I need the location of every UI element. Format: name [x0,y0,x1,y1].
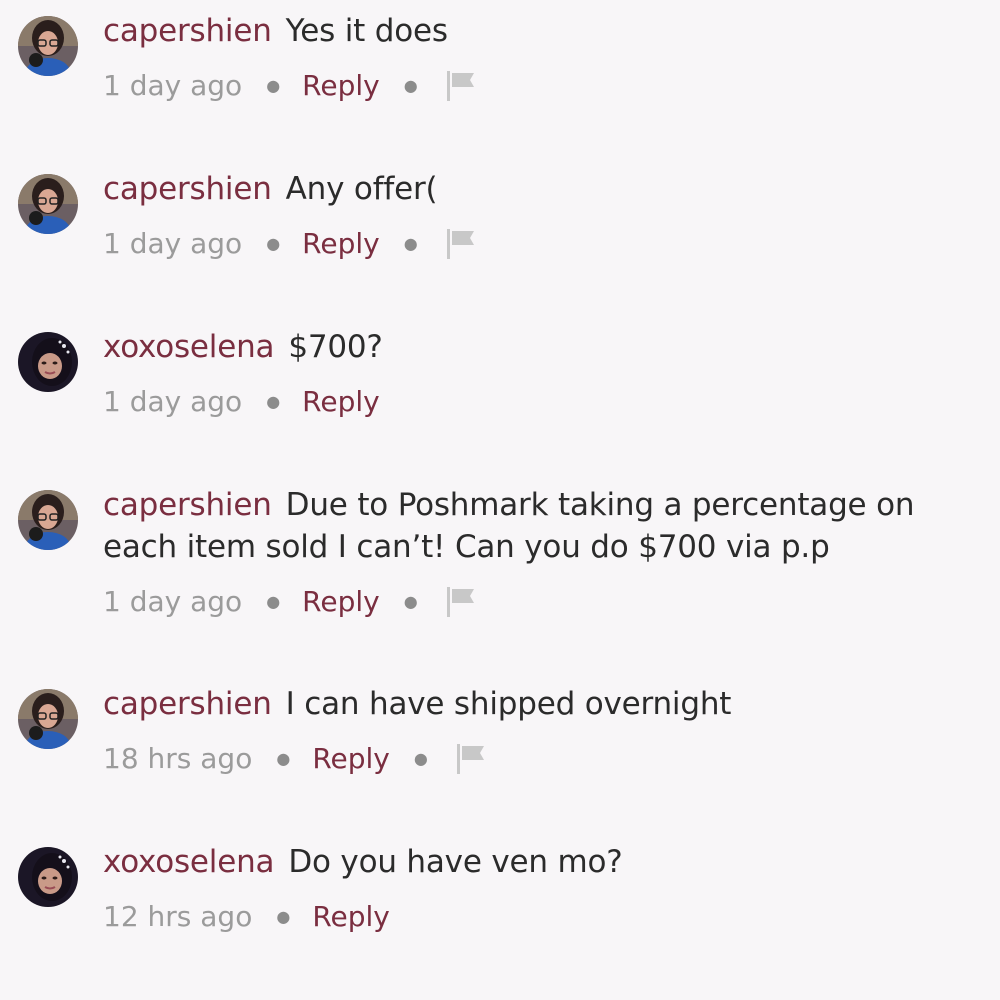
comment-text: xoxoselena $700? [103,326,983,368]
avatar-xoxoselena[interactable] [18,332,78,392]
separator-dot: ● [403,75,418,95]
comment-meta: 18 hrs ago ● Reply ● [103,740,983,776]
comment-message: Do you have ven mo? [288,844,623,880]
comment-body: capershien Yes it does 1 day ago ● Reply … [103,10,983,103]
comment-meta: 1 day ago ● Reply ● [103,583,983,619]
comment-body: capershien Due to Poshmark taking a perce… [103,484,983,619]
separator-dot: ● [403,233,418,253]
comment-timestamp: 18 hrs ago [103,741,253,775]
comment-text: capershien Yes it does [103,10,983,52]
avatar-image [18,16,78,76]
avatar-xoxoselena[interactable] [18,847,78,907]
flag-icon[interactable] [444,583,478,619]
avatar-capershien[interactable] [18,16,78,76]
avatar-image [18,847,78,907]
comment-meta: 1 day ago ● Reply ● [103,225,983,261]
comment-list: capershien Yes it does 1 day ago ● Reply … [0,0,1000,1000]
comment-meta: 12 hrs ago ● Reply [103,898,983,934]
comment-timestamp: 1 day ago [103,384,243,418]
reply-button[interactable]: Reply [312,742,390,775]
comment-text: xoxoselena Do you have ven mo? [103,841,983,883]
comment-username[interactable]: capershien [103,686,272,722]
comment-message: Yes it does [285,13,448,49]
comment-username[interactable]: xoxoselena [103,329,275,365]
comment-meta: 1 day ago ● Reply [103,383,983,419]
reply-button[interactable]: Reply [302,385,380,418]
flag-icon[interactable] [444,225,478,261]
separator-dot: ● [266,75,281,95]
avatar-capershien[interactable] [18,174,78,234]
comment-body: xoxoselena Do you have ven mo? 12 hrs ago… [103,841,983,934]
comment-username[interactable]: capershien [103,487,272,523]
comment-timestamp: 1 day ago [103,584,243,618]
comment-body: capershien I can have shipped overnight 1… [103,683,983,776]
avatar-image [18,332,78,392]
reply-button[interactable]: Reply [302,69,380,102]
comment-message: Any offer( [285,171,438,207]
avatar-image [18,490,78,550]
flag-icon[interactable] [444,67,478,103]
comment-text: capershien Any offer( [103,168,983,210]
separator-dot: ● [266,391,281,411]
comment-text: capershien Due to Poshmark taking a perce… [103,484,983,568]
comment-username[interactable]: capershien [103,13,272,49]
reply-button[interactable]: Reply [302,585,380,618]
avatar-capershien[interactable] [18,490,78,550]
avatar-image [18,689,78,749]
comment-timestamp: 1 day ago [103,226,243,260]
reply-button[interactable]: Reply [302,227,380,260]
separator-dot: ● [266,591,281,611]
reply-button[interactable]: Reply [312,900,390,933]
comment-body: capershien Any offer( 1 day ago ● Reply ● [103,168,983,261]
separator-dot: ● [266,233,281,253]
avatar-image [18,174,78,234]
separator-dot: ● [413,748,428,768]
flag-icon[interactable] [454,740,488,776]
comment-meta: 1 day ago ● Reply ● [103,67,983,103]
comment-timestamp: 12 hrs ago [103,899,253,933]
comment-message: $700? [288,329,383,365]
separator-dot: ● [276,748,291,768]
comment-username[interactable]: xoxoselena [103,844,275,880]
comment-timestamp: 1 day ago [103,68,243,102]
separator-dot: ● [276,906,291,926]
comment-body: xoxoselena $700? 1 day ago ● Reply [103,326,983,419]
comment-username[interactable]: capershien [103,171,272,207]
comment-message: I can have shipped overnight [285,686,732,722]
avatar-capershien[interactable] [18,689,78,749]
comment-text: capershien I can have shipped overnight [103,683,983,725]
separator-dot: ● [403,591,418,611]
